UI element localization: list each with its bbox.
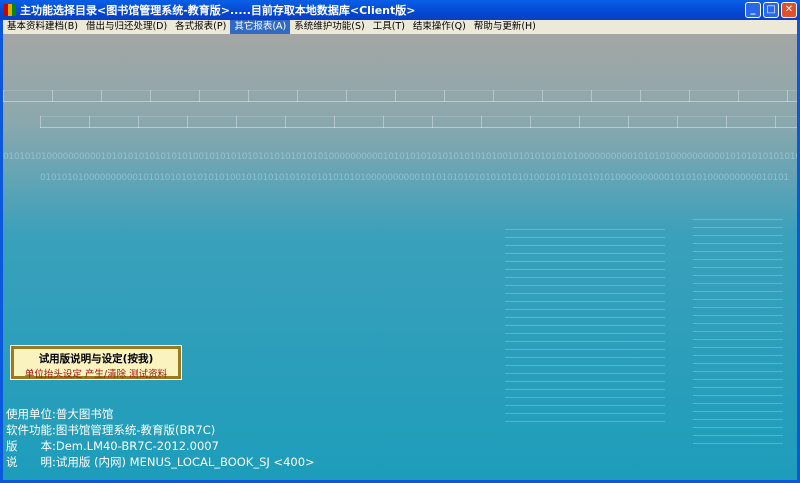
- menu-other-reports[interactable]: 其它报表(A): [230, 20, 291, 34]
- menu-exit[interactable]: 结束操作(Q): [409, 20, 470, 34]
- decorative-ruler: [3, 90, 797, 102]
- maximize-button[interactable]: □: [763, 2, 779, 18]
- menu-lend-return[interactable]: 借出与归还处理(D): [82, 20, 171, 34]
- trial-settings-button[interactable]: 试用版说明与设定(按我) 单位抬头设定 产生/清除 测试资料: [10, 345, 182, 380]
- decorative-binary-text: 0101010100000000001010101010101010100101…: [3, 152, 797, 162]
- trial-button-subtitle: 单位抬头设定 产生/清除 测试资料: [24, 369, 168, 380]
- menu-help-update[interactable]: 帮助与更新(H): [470, 20, 540, 34]
- trial-button-title: 试用版说明与设定(按我): [38, 353, 154, 365]
- main-client-area: 0101010100000000001010101010101010100101…: [3, 34, 797, 480]
- window-title: 主功能选择目录<图书馆管理系统-教育版>.....目前存取本地数据库<Clien…: [20, 4, 416, 17]
- unit-label: 使用单位:: [6, 407, 56, 421]
- close-button[interactable]: ✕: [781, 2, 797, 18]
- decorative-faint-text: [693, 214, 783, 444]
- note-label: 说 明:: [6, 455, 56, 469]
- function-label: 软件功能:: [6, 423, 56, 437]
- function-value: 图书馆管理系统-教育版(BR7C): [55, 423, 216, 437]
- info-note: 说 明:试用版 (内网) MENUS_LOCAL_BOOK_SJ <400>: [6, 454, 315, 470]
- minimize-button[interactable]: _: [745, 2, 761, 18]
- menu-basic-data[interactable]: 基本资料建档(B): [3, 20, 82, 34]
- menu-tools[interactable]: 工具(T): [369, 20, 409, 34]
- note-value: 试用版 (内网) MENUS_LOCAL_BOOK_SJ <400>: [55, 455, 315, 469]
- decorative-binary-text: 0101010100000000001010101010101010100101…: [40, 173, 789, 183]
- menu-bar: 基本资料建档(B) 借出与归还处理(D) 各式报表(P) 其它报表(A) 系统维…: [3, 20, 797, 34]
- menu-system-maintenance[interactable]: 系统维护功能(S): [290, 20, 368, 34]
- menu-reports[interactable]: 各式报表(P): [171, 20, 230, 34]
- decorative-faint-text: [505, 224, 665, 424]
- decorative-ruler: [40, 116, 797, 128]
- info-function: 软件功能:图书馆管理系统-教育版(BR7C): [6, 422, 215, 438]
- unit-value: 普大图书馆: [55, 407, 114, 421]
- version-label: 版 本:: [6, 439, 56, 453]
- info-version: 版 本:Dem.LM40-BR7C-2012.0007: [6, 438, 219, 454]
- version-value: Dem.LM40-BR7C-2012.0007: [55, 439, 219, 453]
- app-icon: [4, 4, 16, 16]
- title-bar[interactable]: 主功能选择目录<图书馆管理系统-教育版>.....目前存取本地数据库<Clien…: [0, 0, 800, 20]
- info-unit: 使用单位:普大图书馆: [6, 406, 113, 422]
